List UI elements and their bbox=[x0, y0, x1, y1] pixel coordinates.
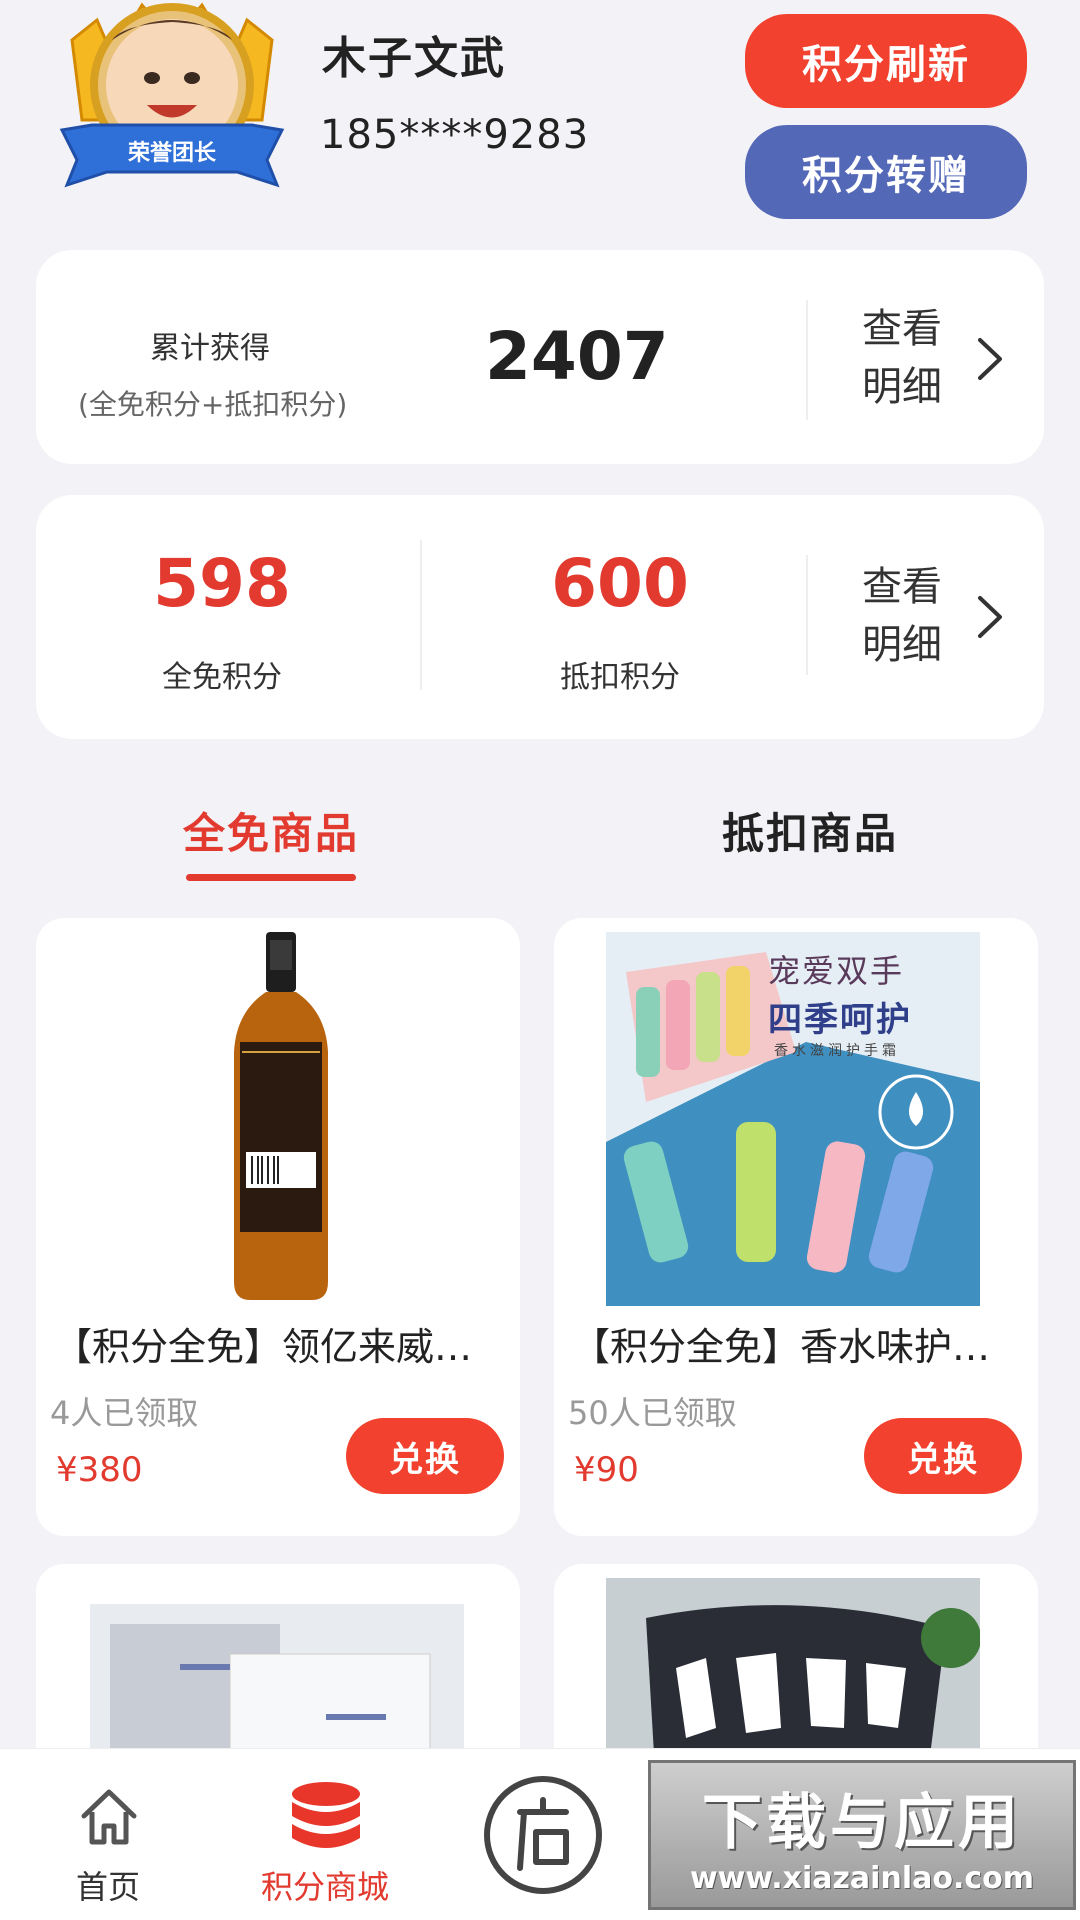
product-title: 【积分全免】香水味护… bbox=[572, 1325, 991, 1369]
product-price: ¥380 bbox=[56, 1450, 143, 1490]
cumulative-detail-link[interactable]: 查看 明细 bbox=[862, 300, 1012, 420]
product-price: ¥90 bbox=[574, 1450, 639, 1490]
points-detail-link[interactable]: 查看 明细 bbox=[862, 558, 1012, 678]
home-icon bbox=[81, 1789, 137, 1845]
watermark-title: 下载与应用 bbox=[702, 1788, 1022, 1858]
product-image-caption: 香水滋润护手霜 bbox=[774, 1043, 900, 1059]
tab-deduct-products[interactable]: 抵扣商品 bbox=[722, 800, 898, 861]
product-claimed-count: 4人已领取 bbox=[50, 1394, 199, 1432]
cumulative-value: 2407 bbox=[485, 318, 669, 395]
product-title: 【积分全免】领亿来威… bbox=[54, 1325, 473, 1369]
transfer-points-button[interactable]: 积分转赠 bbox=[745, 125, 1027, 219]
divider bbox=[806, 555, 808, 675]
avatar-badge-label: 荣誉团长 bbox=[127, 141, 216, 166]
divider bbox=[806, 300, 808, 420]
chevron-right-icon bbox=[978, 338, 1002, 380]
detail-label-line2: 明细 bbox=[862, 364, 942, 410]
divider bbox=[420, 540, 422, 690]
watermark-logo: 下载与应用 www.xiazainlao.com bbox=[648, 1760, 1076, 1910]
product-card[interactable]: 宠爱双手 四季呵护 香水滋润护手霜 【积分全免】香水味护… 50人已领取 ¥90… bbox=[554, 918, 1038, 1536]
nav-label-home: 首页 bbox=[75, 1868, 140, 1906]
detail-label-line1: 查看 bbox=[862, 306, 942, 352]
whisky-bottle-image bbox=[234, 932, 328, 1300]
nav-item-store[interactable] bbox=[478, 1772, 608, 1912]
watermark-url: www.xiazainlao.com bbox=[689, 1861, 1035, 1896]
nav-item-home[interactable]: 首页 bbox=[48, 1772, 168, 1912]
product-image-caption: 宠爱双手 bbox=[768, 952, 905, 990]
user-avatar[interactable]: 荣誉团长 bbox=[52, 0, 292, 200]
refresh-points-button[interactable]: 积分刷新 bbox=[745, 14, 1027, 108]
cumulative-label: 累计获得 bbox=[150, 331, 270, 366]
detail-label-line1: 查看 bbox=[862, 564, 942, 610]
active-tab-indicator bbox=[186, 874, 356, 881]
product-claimed-count: 50人已领取 bbox=[568, 1394, 737, 1432]
user-phone: 185****9283 bbox=[320, 112, 590, 158]
free-points-value: 598 bbox=[153, 545, 291, 622]
deduct-points-value: 600 bbox=[551, 545, 689, 622]
detail-label-line2: 明细 bbox=[862, 622, 942, 668]
cumulative-sub-label: (全免积分+抵扣积分) bbox=[78, 388, 348, 421]
exchange-button[interactable]: 兑换 bbox=[346, 1418, 504, 1494]
product-image-caption: 四季呵护 bbox=[768, 1000, 912, 1040]
nav-label-points-mall: 积分商城 bbox=[260, 1868, 389, 1906]
avatar-crown-icon bbox=[59, 2, 285, 188]
nav-item-points-mall[interactable]: 积分商城 bbox=[250, 1772, 400, 1912]
database-icon bbox=[292, 1782, 360, 1848]
deduct-points-label: 抵扣积分 bbox=[560, 660, 680, 695]
free-points-label: 全免积分 bbox=[162, 660, 282, 695]
chevron-right-icon bbox=[978, 596, 1002, 638]
exchange-button[interactable]: 兑换 bbox=[864, 1418, 1022, 1494]
store-icon bbox=[484, 1776, 602, 1894]
user-name: 木子文武 bbox=[322, 33, 506, 84]
tab-free-products[interactable]: 全免商品 bbox=[183, 800, 359, 861]
product-card[interactable]: 【积分全免】领亿来威… 4人已领取 ¥380 兑换 bbox=[36, 918, 520, 1536]
